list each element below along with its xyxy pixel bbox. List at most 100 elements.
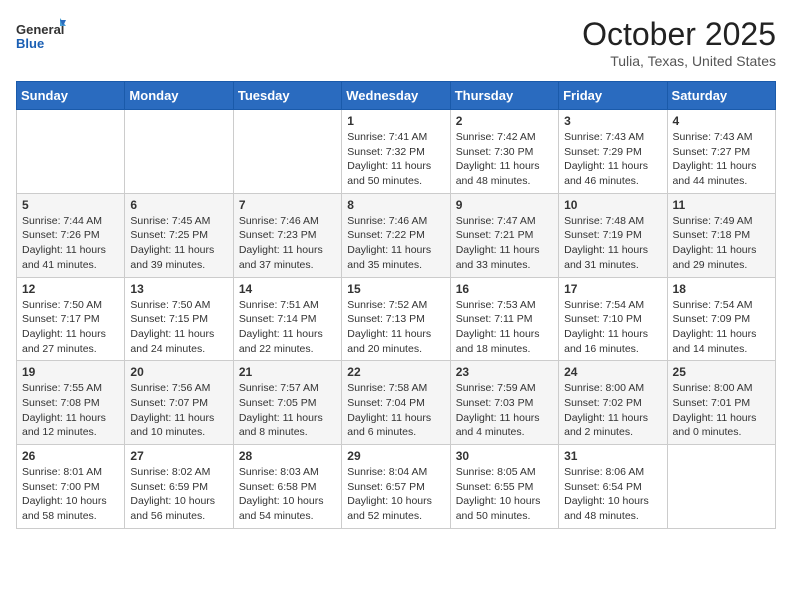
day-number: 31 (564, 449, 661, 463)
day-number: 27 (130, 449, 227, 463)
day-info: Sunrise: 7:57 AM Sunset: 7:05 PM Dayligh… (239, 381, 336, 440)
day-info: Sunrise: 8:06 AM Sunset: 6:54 PM Dayligh… (564, 465, 661, 524)
weekday-header-friday: Friday (559, 82, 667, 110)
calendar-cell: 6 Sunrise: 7:45 AM Sunset: 7:25 PM Daylig… (125, 193, 233, 277)
day-info: Sunrise: 7:44 AM Sunset: 7:26 PM Dayligh… (22, 214, 119, 273)
week-row-3: 12 Sunrise: 7:50 AM Sunset: 7:17 PM Dayli… (17, 277, 776, 361)
day-number: 21 (239, 365, 336, 379)
page-header: General Blue October 2025 Tulia, Texas, … (16, 16, 776, 69)
weekday-header-wednesday: Wednesday (342, 82, 450, 110)
calendar-cell: 25 Sunrise: 8:00 AM Sunset: 7:01 PM Dayli… (667, 361, 775, 445)
calendar-cell: 2 Sunrise: 7:42 AM Sunset: 7:30 PM Daylig… (450, 110, 558, 194)
calendar-cell (233, 110, 341, 194)
week-row-5: 26 Sunrise: 8:01 AM Sunset: 7:00 PM Dayli… (17, 445, 776, 529)
calendar-cell: 10 Sunrise: 7:48 AM Sunset: 7:19 PM Dayli… (559, 193, 667, 277)
day-info: Sunrise: 7:53 AM Sunset: 7:11 PM Dayligh… (456, 298, 553, 357)
logo-svg: General Blue (16, 16, 66, 56)
day-info: Sunrise: 7:59 AM Sunset: 7:03 PM Dayligh… (456, 381, 553, 440)
svg-text:General: General (16, 22, 64, 37)
weekday-header-thursday: Thursday (450, 82, 558, 110)
day-number: 19 (22, 365, 119, 379)
calendar-cell (17, 110, 125, 194)
calendar: SundayMondayTuesdayWednesdayThursdayFrid… (16, 81, 776, 529)
calendar-cell (667, 445, 775, 529)
day-number: 16 (456, 282, 553, 296)
day-info: Sunrise: 8:05 AM Sunset: 6:55 PM Dayligh… (456, 465, 553, 524)
day-info: Sunrise: 7:49 AM Sunset: 7:18 PM Dayligh… (673, 214, 770, 273)
calendar-cell: 17 Sunrise: 7:54 AM Sunset: 7:10 PM Dayli… (559, 277, 667, 361)
weekday-header-row: SundayMondayTuesdayWednesdayThursdayFrid… (17, 82, 776, 110)
day-number: 9 (456, 198, 553, 212)
day-number: 17 (564, 282, 661, 296)
calendar-cell: 15Sunrise: 7:52 AM Sunset: 7:13 PM Dayli… (342, 277, 450, 361)
calendar-cell: 13Sunrise: 7:50 AM Sunset: 7:15 PM Dayli… (125, 277, 233, 361)
day-number: 30 (456, 449, 553, 463)
day-info: Sunrise: 7:51 AM Sunset: 7:14 PM Dayligh… (239, 298, 336, 357)
day-info: Sunrise: 7:55 AM Sunset: 7:08 PM Dayligh… (22, 381, 119, 440)
calendar-cell: 12 Sunrise: 7:50 AM Sunset: 7:17 PM Dayli… (17, 277, 125, 361)
weekday-header-saturday: Saturday (667, 82, 775, 110)
day-info: Sunrise: 8:04 AM Sunset: 6:57 PM Dayligh… (347, 465, 444, 524)
calendar-cell: 22 Sunrise: 7:58 AM Sunset: 7:04 PM Dayli… (342, 361, 450, 445)
calendar-cell: 30 Sunrise: 8:05 AM Sunset: 6:55 PM Dayli… (450, 445, 558, 529)
day-number: 25 (673, 365, 770, 379)
calendar-cell: 21 Sunrise: 7:57 AM Sunset: 7:05 PM Dayli… (233, 361, 341, 445)
calendar-cell: 19 Sunrise: 7:55 AM Sunset: 7:08 PM Dayli… (17, 361, 125, 445)
day-info: Sunrise: 8:02 AM Sunset: 6:59 PM Dayligh… (130, 465, 227, 524)
calendar-cell: 4 Sunrise: 7:43 AM Sunset: 7:27 PM Daylig… (667, 110, 775, 194)
day-info: Sunrise: 7:54 AM Sunset: 7:10 PM Dayligh… (564, 298, 661, 357)
day-info: Sunrise: 8:01 AM Sunset: 7:00 PM Dayligh… (22, 465, 119, 524)
day-number: 8 (347, 198, 444, 212)
day-number: 7 (239, 198, 336, 212)
day-number: 23 (456, 365, 553, 379)
day-number: 11 (673, 198, 770, 212)
weekday-header-monday: Monday (125, 82, 233, 110)
calendar-cell: 16 Sunrise: 7:53 AM Sunset: 7:11 PM Dayli… (450, 277, 558, 361)
day-info: Sunrise: 8:00 AM Sunset: 7:01 PM Dayligh… (673, 381, 770, 440)
day-info: Sunrise: 7:45 AM Sunset: 7:25 PM Dayligh… (130, 214, 227, 273)
calendar-cell: 5Sunrise: 7:44 AM Sunset: 7:26 PM Daylig… (17, 193, 125, 277)
day-info: Sunrise: 7:48 AM Sunset: 7:19 PM Dayligh… (564, 214, 661, 273)
day-info: Sunrise: 7:58 AM Sunset: 7:04 PM Dayligh… (347, 381, 444, 440)
day-info: Sunrise: 7:47 AM Sunset: 7:21 PM Dayligh… (456, 214, 553, 273)
day-info: Sunrise: 7:56 AM Sunset: 7:07 PM Dayligh… (130, 381, 227, 440)
calendar-cell: 24 Sunrise: 8:00 AM Sunset: 7:02 PM Dayli… (559, 361, 667, 445)
calendar-cell: 28 Sunrise: 8:03 AM Sunset: 6:58 PM Dayli… (233, 445, 341, 529)
day-number: 1 (347, 114, 444, 128)
calendar-cell: 27 Sunrise: 8:02 AM Sunset: 6:59 PM Dayli… (125, 445, 233, 529)
day-info: Sunrise: 7:43 AM Sunset: 7:29 PM Dayligh… (564, 130, 661, 189)
month-title: October 2025 (582, 16, 776, 53)
day-info: Sunrise: 7:41 AM Sunset: 7:32 PM Dayligh… (347, 130, 444, 189)
day-info: Sunrise: 7:50 AM Sunset: 7:15 PM Dayligh… (130, 298, 227, 357)
calendar-cell: 8Sunrise: 7:46 AM Sunset: 7:22 PM Daylig… (342, 193, 450, 277)
week-row-4: 19 Sunrise: 7:55 AM Sunset: 7:08 PM Dayli… (17, 361, 776, 445)
weekday-header-tuesday: Tuesday (233, 82, 341, 110)
week-row-2: 5Sunrise: 7:44 AM Sunset: 7:26 PM Daylig… (17, 193, 776, 277)
title-block: October 2025 Tulia, Texas, United States (582, 16, 776, 69)
calendar-cell: 20Sunrise: 7:56 AM Sunset: 7:07 PM Dayli… (125, 361, 233, 445)
day-info: Sunrise: 8:03 AM Sunset: 6:58 PM Dayligh… (239, 465, 336, 524)
calendar-cell: 31 Sunrise: 8:06 AM Sunset: 6:54 PM Dayli… (559, 445, 667, 529)
day-number: 2 (456, 114, 553, 128)
day-number: 4 (673, 114, 770, 128)
weekday-header-sunday: Sunday (17, 82, 125, 110)
day-info: Sunrise: 7:43 AM Sunset: 7:27 PM Dayligh… (673, 130, 770, 189)
day-info: Sunrise: 7:54 AM Sunset: 7:09 PM Dayligh… (673, 298, 770, 357)
day-number: 26 (22, 449, 119, 463)
calendar-cell: 7Sunrise: 7:46 AM Sunset: 7:23 PM Daylig… (233, 193, 341, 277)
day-number: 14 (239, 282, 336, 296)
calendar-cell: 26 Sunrise: 8:01 AM Sunset: 7:00 PM Dayli… (17, 445, 125, 529)
day-info: Sunrise: 7:50 AM Sunset: 7:17 PM Dayligh… (22, 298, 119, 357)
day-number: 24 (564, 365, 661, 379)
day-number: 18 (673, 282, 770, 296)
day-number: 6 (130, 198, 227, 212)
day-number: 3 (564, 114, 661, 128)
day-info: Sunrise: 8:00 AM Sunset: 7:02 PM Dayligh… (564, 381, 661, 440)
logo: General Blue (16, 16, 66, 56)
day-number: 10 (564, 198, 661, 212)
calendar-cell: 14 Sunrise: 7:51 AM Sunset: 7:14 PM Dayli… (233, 277, 341, 361)
day-number: 12 (22, 282, 119, 296)
day-info: Sunrise: 7:42 AM Sunset: 7:30 PM Dayligh… (456, 130, 553, 189)
day-number: 22 (347, 365, 444, 379)
day-number: 28 (239, 449, 336, 463)
